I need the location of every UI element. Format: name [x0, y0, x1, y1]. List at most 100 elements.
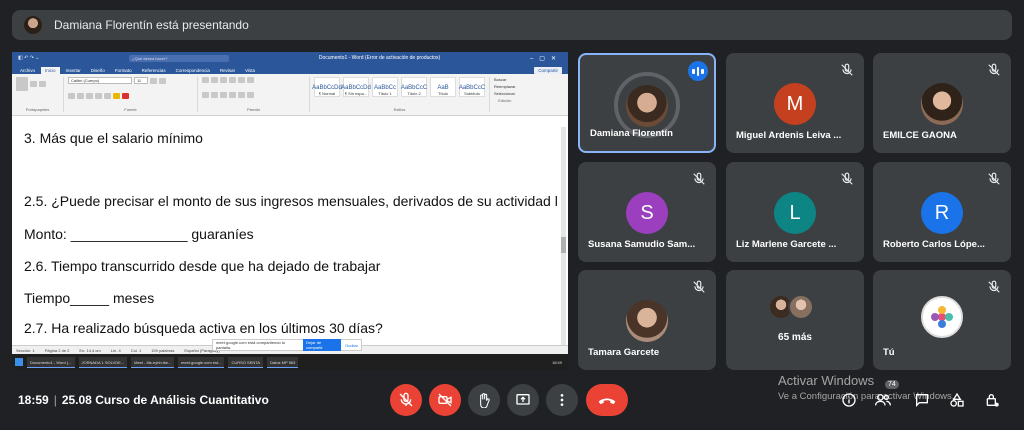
word-ribbon: Portapapeles Calibri (Cuerpo) 11 Fuente … — [12, 74, 568, 116]
mic-off-icon — [399, 392, 413, 407]
mic-off-icon — [988, 172, 1000, 185]
avatar — [626, 85, 668, 127]
tile-self[interactable]: Tú — [873, 270, 1011, 370]
windows-taskbar: Documento1 - Word (... JORNADA 1 SOLVDE.… — [12, 354, 568, 370]
word-titlebar: ◧ ↶ ↷ ⌄ ¿Qué desea hacer? Documento1 - W… — [12, 52, 568, 64]
style-name: Título 2 — [407, 91, 421, 96]
word-tab: Referencias — [141, 68, 166, 73]
tile-more-participants[interactable]: 65 más — [726, 270, 864, 370]
doc-line: Tiempo_____ meses — [24, 290, 155, 306]
avatar — [788, 294, 814, 320]
ribbon-group-label: Portapapeles — [25, 107, 50, 112]
status-item: 159 palabras — [151, 347, 175, 353]
leave-call-button[interactable] — [586, 384, 628, 416]
mic-off-icon — [988, 280, 1000, 293]
ribbon-font: Calibri (Cuerpo) 11 Fuente — [68, 77, 198, 112]
doc-line: 2.7. Ha realizado búsqueda activa en los… — [24, 320, 383, 336]
shared-screen: ◧ ↶ ↷ ⌄ ¿Qué desea hacer? Documento1 - W… — [12, 52, 568, 370]
activities-icon — [950, 392, 964, 407]
more-avatars — [768, 294, 828, 324]
ribbon-editing: Buscar Reemplazar Seleccionar Edición — [494, 77, 516, 112]
participant-name: Tamara Garcete — [588, 347, 660, 358]
ribbon-styles: AaBbCcDd ¶ Normal AaBbCcDd ¶ Sin espa... AaB… — [312, 77, 490, 112]
avatar — [626, 300, 668, 342]
tile-emilce[interactable]: EMILCE GAONA — [873, 53, 1011, 153]
status-item: En: 14,4 cm — [79, 347, 101, 353]
status-item: Página 2 de 2 — [44, 347, 70, 353]
host-controls-button[interactable] — [982, 390, 1002, 410]
doc-line: 3. Más que el salario mínimo — [24, 130, 203, 146]
word-doc-title: Documento1 - Word (Error de activación d… — [318, 55, 441, 61]
chat-button[interactable] — [912, 390, 932, 410]
doc-line: 2.5. ¿Puede precisar el monto de sus ing… — [24, 193, 558, 209]
ribbon-group-label: Estilos — [393, 107, 406, 112]
avatar: R — [921, 192, 963, 234]
word-tabs: Archivo Inicio Insertar Diseño Formato R… — [12, 64, 568, 74]
status-item: Lín. 4 — [110, 347, 121, 353]
doc-line: Monto: _______________ guaraníes — [24, 226, 254, 242]
edit-replace: Reemplazar — [494, 84, 516, 89]
logo-icon — [931, 306, 953, 328]
status-item: Sección: 1 — [16, 347, 35, 353]
participants-count-badge: 74 — [885, 380, 899, 389]
taskbar-item: CURSO SENTA — [228, 356, 264, 368]
doc-line: 2.6. Tiempo transcurrido desde que ha de… — [24, 258, 381, 274]
style-gallery-item: AaB Título — [430, 77, 456, 97]
tile-liz[interactable]: L Liz Marlene Garcete ... — [726, 162, 864, 262]
meeting-clock: 18:59 — [18, 393, 49, 407]
share-notice-text: meet.google.com está compartiendo tu pan… — [216, 340, 286, 350]
ribbon-group-label: Edición — [498, 98, 512, 103]
font-name: Calibri (Cuerpo) — [68, 77, 132, 84]
meeting-info-button[interactable] — [839, 390, 859, 410]
activities-button[interactable] — [947, 390, 967, 410]
lock-person-icon — [986, 394, 999, 407]
taskbar-item: Datos MP 963 — [267, 356, 299, 368]
word-tab: Insertar — [65, 68, 81, 73]
word-tab: Revisar — [219, 68, 236, 73]
avatar: M — [774, 83, 816, 125]
edit-find: Buscar — [494, 77, 507, 82]
participant-name: Susana Samudio Sam... — [588, 239, 696, 250]
word-tab: Archivo — [20, 68, 36, 73]
hang-up-icon — [598, 398, 616, 405]
raise-hand-button[interactable] — [468, 384, 500, 416]
word-share: Compartir — [534, 67, 562, 74]
participant-name: EMILCE GAONA — [883, 130, 957, 141]
speaking-indicator-icon — [688, 61, 708, 81]
style-name: ¶ Sin espa... — [344, 91, 368, 96]
edit-select: Seleccionar — [494, 91, 515, 96]
chat-icon — [916, 394, 928, 407]
style-name: Título 1 — [378, 91, 392, 96]
tile-damiana[interactable]: Damiana Florentín — [578, 53, 716, 153]
meeting-controls-bar: 18:59 | 25.08 Curso de Análisis Cuantitati… — [0, 373, 1024, 430]
tile-miguel[interactable]: M Miguel Ardenis Leiva ... — [726, 53, 864, 153]
windows-watermark-title: Activar Windows — [778, 373, 875, 388]
ribbon-paragraph: Párrafo — [202, 77, 310, 112]
word-tab: Correspondencia — [175, 68, 210, 73]
style-gallery-item: AaBbCcC Título 2 — [401, 77, 427, 97]
mic-toggle-button[interactable] — [390, 384, 422, 416]
hand-icon — [480, 393, 490, 408]
tile-tamara[interactable]: Tamara Garcete — [578, 270, 716, 370]
ribbon-clipboard: Portapapeles — [16, 77, 64, 112]
present-icon — [516, 394, 530, 405]
mic-off-icon — [693, 280, 705, 293]
style-name: ¶ Normal — [318, 91, 336, 96]
participant-name: Miguel Ardenis Leiva ... — [736, 130, 842, 141]
tile-roberto[interactable]: R Roberto Carlos Lópe... — [873, 162, 1011, 262]
style-gallery-item: AaBbCcDd ¶ Sin espa... — [341, 77, 371, 97]
mic-off-icon — [693, 172, 705, 185]
taskbar-item: Documento1 - Word (... — [27, 356, 75, 368]
font-size: 11 — [134, 77, 148, 84]
tile-susana[interactable]: S Susana Samudio Sam... — [578, 162, 716, 262]
word-tab: Inicio — [41, 67, 60, 74]
avatar: S — [626, 192, 668, 234]
more-options-button[interactable] — [546, 384, 578, 416]
participants-button[interactable] — [873, 390, 893, 410]
present-screen-button[interactable] — [507, 384, 539, 416]
participant-name: Liz Marlene Garcete ... — [736, 239, 837, 250]
presenter-avatar — [24, 16, 42, 34]
word-search: ¿Qué desea hacer? — [129, 54, 230, 62]
meeting-time-title: 18:59 | 25.08 Curso de Análisis Cuantitati… — [18, 393, 269, 407]
camera-toggle-button[interactable] — [429, 384, 461, 416]
